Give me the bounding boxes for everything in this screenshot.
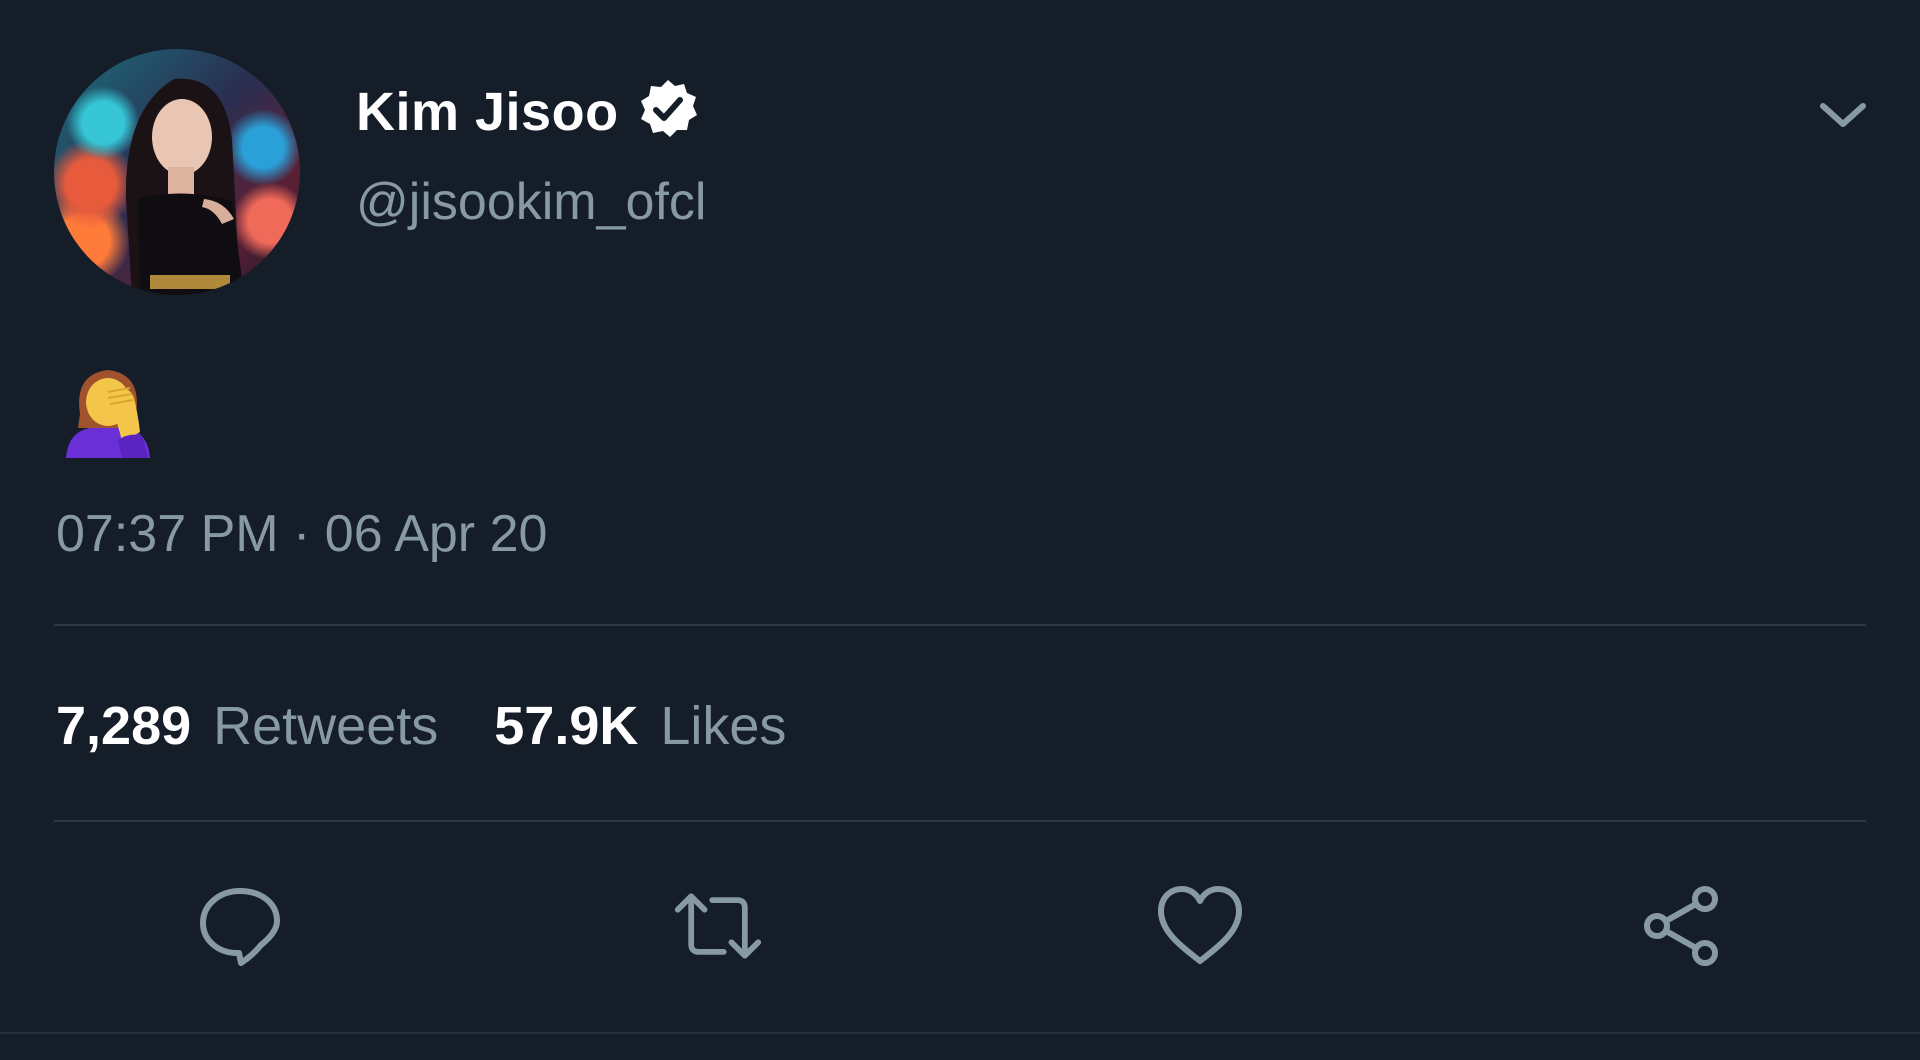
tweet-timestamp[interactable]: 07:37 PM · 06 Apr 20 xyxy=(56,504,547,564)
likes-label: Likes xyxy=(660,696,787,756)
tweet-stats: 7,289 Retweets 57.9K Likes xyxy=(56,695,842,757)
retweet-icon xyxy=(674,893,762,959)
share-button[interactable] xyxy=(1636,880,1728,972)
tweet-text xyxy=(60,362,156,458)
woman-facepalming-emoji-icon xyxy=(66,370,150,458)
reply-button[interactable] xyxy=(194,880,286,972)
tweet-detail: Kim Jisoo @jisookim_ofcl 07:37 PM · 06 A… xyxy=(0,0,1920,1060)
like-heart-icon xyxy=(1158,886,1242,964)
like-button[interactable] xyxy=(1154,880,1246,972)
divider xyxy=(54,624,1866,626)
retweets-stat[interactable]: 7,289 Retweets xyxy=(56,695,438,757)
share-icon xyxy=(1644,886,1718,966)
divider xyxy=(54,820,1866,822)
avatar-portrait xyxy=(125,78,244,295)
author-name-row: Kim Jisoo xyxy=(356,78,699,145)
chevron-down-icon[interactable] xyxy=(1818,98,1868,132)
retweets-label: Retweets xyxy=(213,696,439,756)
verified-badge-icon xyxy=(637,78,699,145)
retweet-button[interactable] xyxy=(672,880,764,972)
reply-icon xyxy=(200,888,280,966)
likes-count: 57.9K xyxy=(494,696,639,756)
author-display-name[interactable]: Kim Jisoo xyxy=(356,81,619,143)
author-handle[interactable]: @jisookim_ofcl xyxy=(356,172,706,232)
bottom-border xyxy=(0,1032,1920,1034)
likes-stat[interactable]: 57.9K Likes xyxy=(494,695,786,757)
avatar[interactable] xyxy=(54,49,300,295)
retweets-count: 7,289 xyxy=(56,696,192,756)
